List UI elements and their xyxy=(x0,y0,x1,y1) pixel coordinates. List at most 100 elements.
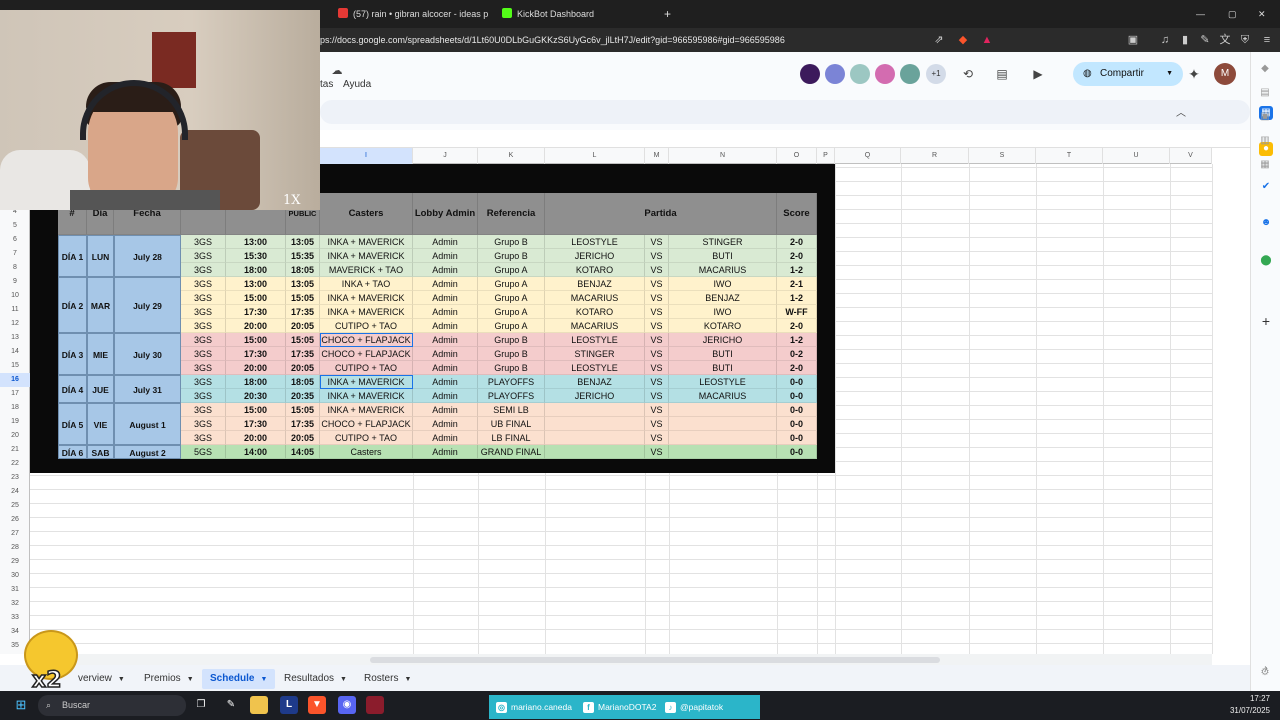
sheet-tab-schedule[interactable]: Schedule ▼ xyxy=(202,669,276,689)
sidebar-toggle-icon[interactable]: ▣ xyxy=(1126,33,1140,47)
sheet-tab-rosters[interactable]: Rosters ▼ xyxy=(356,669,419,689)
contacts-icon[interactable]: ☻ xyxy=(1259,216,1273,230)
column-header-t[interactable]: T xyxy=(1036,148,1103,164)
row-header[interactable]: 32 xyxy=(0,597,30,611)
share-url-icon[interactable]: ⇗ xyxy=(932,33,946,47)
windows-start-icon[interactable]: ⊞ xyxy=(12,696,30,714)
history-icon[interactable]: ⟲ xyxy=(960,66,976,82)
share-button[interactable]: ◍ Compartir ▼ xyxy=(1073,62,1183,86)
row-header[interactable]: 19 xyxy=(0,415,30,429)
meet-icon[interactable]: ▶ xyxy=(1030,66,1046,82)
collapse-menus-icon[interactable]: ︿ xyxy=(1176,104,1186,119)
chevron-down-icon[interactable]: ▼ xyxy=(187,676,194,683)
column-header-u[interactable]: U xyxy=(1103,148,1170,164)
row-header[interactable]: 20 xyxy=(0,429,30,443)
reading-list-icon[interactable]: ▮ xyxy=(1178,33,1192,47)
column-header-l[interactable]: L xyxy=(545,148,645,164)
row-header[interactable]: 31 xyxy=(0,583,30,597)
launcher-icon[interactable]: L xyxy=(280,696,298,714)
column-header-p[interactable]: P xyxy=(817,148,835,164)
sheet-tab-resultados[interactable]: Resultados ▼ xyxy=(276,669,355,689)
browser-side-icon[interactable]: ▣ xyxy=(1258,110,1272,124)
browser-side-icon[interactable]: ▥ xyxy=(1258,134,1272,148)
column-header-i[interactable]: I xyxy=(320,148,413,164)
row-header[interactable]: 15 xyxy=(0,359,30,373)
row-header[interactable]: 23 xyxy=(0,471,30,485)
row-header[interactable]: 26 xyxy=(0,513,30,527)
column-header-k[interactable]: K xyxy=(478,148,545,164)
settings-icon[interactable]: ⚙ xyxy=(1258,666,1272,680)
collaborator-avatar[interactable] xyxy=(900,64,920,84)
row-header[interactable]: 18 xyxy=(0,401,30,415)
discord-icon[interactable]: ◉ xyxy=(338,696,356,714)
collaborator-avatar[interactable] xyxy=(875,64,895,84)
extensions-icon[interactable]: ✎ xyxy=(1198,33,1212,47)
menu-icon[interactable]: ≡ xyxy=(1260,33,1274,47)
column-header-j[interactable]: J xyxy=(413,148,478,164)
browser-side-icon[interactable]: ▤ xyxy=(1258,86,1272,100)
collaborator-avatar[interactable] xyxy=(800,64,820,84)
brave-shield-icon[interactable]: ◆ xyxy=(956,33,970,47)
browser-tab-kickbot[interactable]: KickBot Dashboard xyxy=(502,4,652,24)
row-header[interactable]: 9 xyxy=(0,275,30,289)
row-header[interactable]: 8 xyxy=(0,261,30,275)
row-header[interactable]: 16 xyxy=(0,373,30,387)
app-icon[interactable]: ✎ xyxy=(222,696,240,714)
row-header[interactable]: 30 xyxy=(0,569,30,583)
collaborator-avatar[interactable] xyxy=(825,64,845,84)
taskbar-search[interactable]: ⌕ Buscar xyxy=(38,695,186,716)
row-header[interactable]: 27 xyxy=(0,527,30,541)
scroll-thumb[interactable] xyxy=(370,657,940,663)
maps-icon[interactable]: ⬤ xyxy=(1259,254,1273,268)
row-header[interactable]: 25 xyxy=(0,499,30,513)
menu-extensiones[interactable]: tas xyxy=(320,79,333,90)
task-view-icon[interactable]: ❐ xyxy=(192,696,210,714)
brave-browser-icon[interactable]: ▼ xyxy=(308,696,326,714)
app-icon[interactable] xyxy=(366,696,384,714)
row-header[interactable]: 24 xyxy=(0,485,30,499)
maximize-icon[interactable]: ▢ xyxy=(1228,4,1240,24)
browser-tab-youtube[interactable]: (57) rain • gibran alcocer - ideas play xyxy=(338,4,488,24)
row-header[interactable]: 17 xyxy=(0,387,30,401)
row-header[interactable]: 11 xyxy=(0,303,30,317)
file-explorer-icon[interactable] xyxy=(250,696,268,714)
sheet-tab-premios[interactable]: Premios ▼ xyxy=(136,669,202,689)
row-header[interactable]: 7 xyxy=(0,247,30,261)
row-header[interactable]: 5 xyxy=(0,219,30,233)
chevron-down-icon[interactable]: ▼ xyxy=(118,676,125,683)
add-addon-icon[interactable]: + xyxy=(1259,314,1273,328)
column-header-m[interactable]: M xyxy=(645,148,669,164)
column-header-s[interactable]: S xyxy=(969,148,1036,164)
row-header[interactable]: 33 xyxy=(0,611,30,625)
row-header[interactable]: 14 xyxy=(0,345,30,359)
chevron-down-icon[interactable]: ▼ xyxy=(260,676,267,683)
tasks-icon[interactable]: ✔ xyxy=(1259,180,1273,194)
collaborators-more[interactable]: +1 xyxy=(926,64,946,84)
brave-rewards-icon[interactable]: ▲ xyxy=(980,33,994,47)
user-avatar[interactable]: M xyxy=(1214,63,1236,85)
column-header-v[interactable]: V xyxy=(1170,148,1212,164)
row-header[interactable]: 13 xyxy=(0,331,30,345)
column-header-q[interactable]: Q xyxy=(835,148,901,164)
row-header[interactable]: 29 xyxy=(0,555,30,569)
row-header[interactable]: 22 xyxy=(0,457,30,471)
chevron-down-icon[interactable]: ▼ xyxy=(404,676,411,683)
close-window-icon[interactable]: ✕ xyxy=(1258,4,1270,24)
column-header-n[interactable]: N xyxy=(669,148,777,164)
row-header[interactable]: 12 xyxy=(0,317,30,331)
menu-ayuda[interactable]: Ayuda xyxy=(343,79,371,90)
comments-icon[interactable]: ▤ xyxy=(994,66,1010,82)
new-tab-button[interactable]: + xyxy=(664,4,676,24)
minimize-icon[interactable]: — xyxy=(1196,4,1208,24)
vpn-icon[interactable]: ⛨ xyxy=(1238,33,1252,47)
row-header[interactable]: 6 xyxy=(0,233,30,247)
row-header[interactable]: 21 xyxy=(0,443,30,457)
collaborator-avatar[interactable] xyxy=(850,64,870,84)
system-clock[interactable]: 17:27 31/07/2025 xyxy=(1230,693,1270,717)
url-field[interactable]: ps://docs.google.com/spreadsheets/d/1Lt6… xyxy=(320,31,950,49)
row-header[interactable]: 10 xyxy=(0,289,30,303)
translate-icon[interactable]: 文 xyxy=(1218,33,1232,47)
browser-side-icon[interactable]: ◆ xyxy=(1258,62,1272,76)
gemini-icon[interactable]: ✦ xyxy=(1186,66,1202,82)
column-header-o[interactable]: O xyxy=(777,148,817,164)
